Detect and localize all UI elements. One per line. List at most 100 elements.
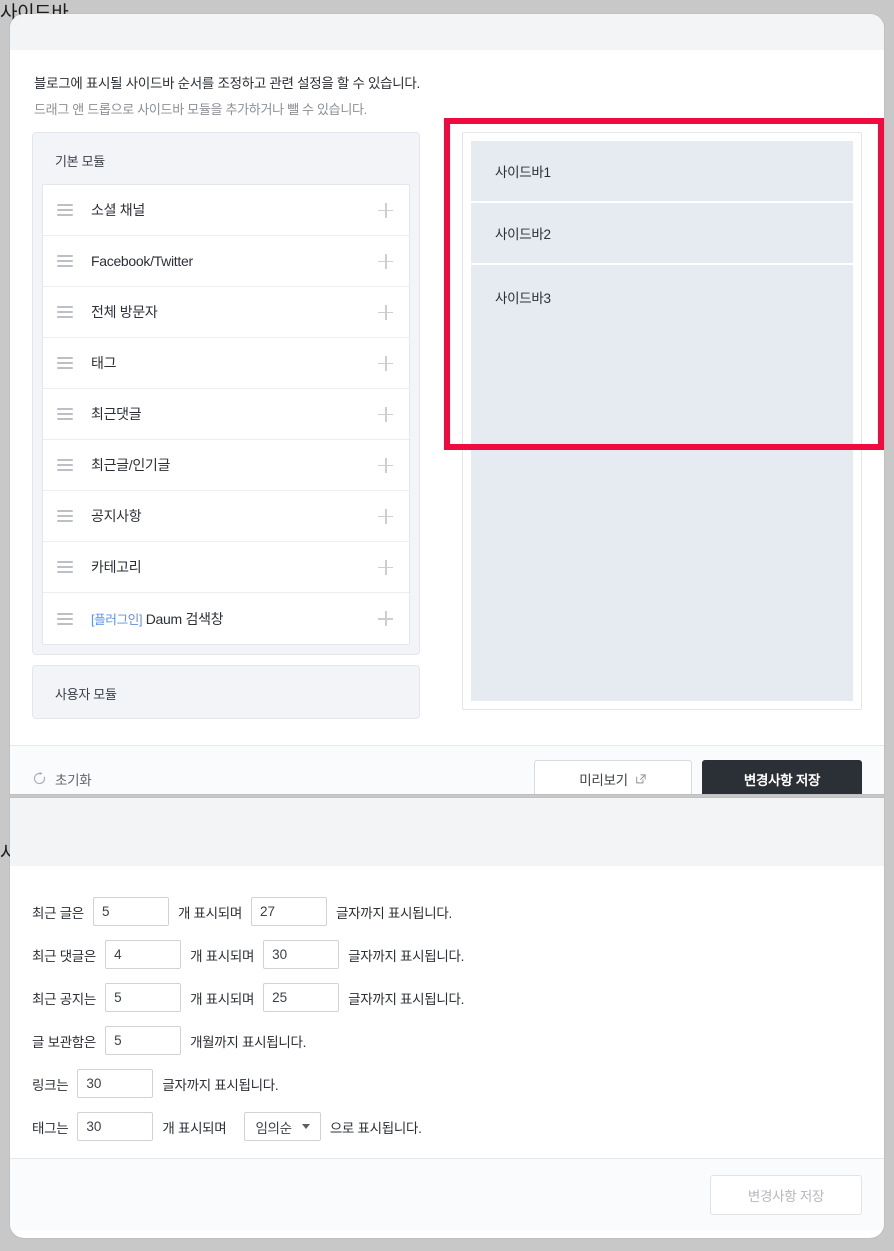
row-suffix-label: 글자까지 표시됩니다. <box>162 1077 279 1093</box>
sidebar-dropzone-wrap: 사이드바1 사이드바2 사이드바3 <box>462 132 862 729</box>
row-middle-label: 개 표시되며 <box>190 948 255 964</box>
plus-icon[interactable] <box>378 253 393 269</box>
reset-button[interactable]: 초기화 <box>32 769 92 789</box>
settings-card-footer: 변경사항 저장 <box>10 1158 884 1230</box>
row-prefix-label: 링크는 <box>32 1077 69 1093</box>
plus-icon[interactable] <box>378 304 393 320</box>
module-item-notice[interactable]: 공지사항 <box>43 491 409 542</box>
row-suffix-label: 글자까지 표시됩니다. <box>336 905 452 921</box>
plus-icon[interactable] <box>378 355 393 371</box>
row-middle-label: 개 표시되며 <box>162 1120 227 1136</box>
drag-drop-area: 기본 모듈 소셜 채널 Facebook/Twitter 전체 방문자 태그 최… <box>32 132 862 745</box>
row-suffix-label: 글자까지 표시됩니다. <box>348 948 465 964</box>
recent-comments-count-input[interactable] <box>105 940 182 969</box>
drag-handle-icon[interactable] <box>57 510 73 522</box>
recent-posts-length-input[interactable] <box>251 897 327 926</box>
dropzone-slot-1[interactable]: 사이드바1 <box>471 141 853 201</box>
module-item-label-wrap: [플러그인] Daum 검색창 <box>91 609 378 629</box>
plus-icon[interactable] <box>378 406 393 422</box>
intro-secondary: 드래그 앤 드롭으로 사이드바 모듈을 추가하거나 뺄 수 있습니다. <box>34 102 367 117</box>
settings-row-tags: 태그는 개 표시되며 임의순 으로 표시됩니다. <box>32 1105 862 1148</box>
row-suffix-label: 글자까지 표시됩니다. <box>348 991 465 1007</box>
intro-text: 블로그에 표시될 사이드바 순서를 조정하고 관련 설정을 할 수 있습니다. … <box>32 50 862 132</box>
page-root: 사이드바 블로그에 표시될 사이드바 순서를 조정하고 관련 설정을 할 수 있… <box>0 0 884 1251</box>
row-suffix-label: 으로 표시됩니다. <box>329 1120 422 1136</box>
settings-row-recent-posts: 최근 글은 개 표시되며 글자까지 표시됩니다. <box>32 890 862 933</box>
recent-comments-length-input[interactable] <box>263 940 340 969</box>
drag-handle-icon[interactable] <box>57 612 73 625</box>
external-link-icon <box>635 773 646 783</box>
row-middle-label: 개 표시되며 <box>190 991 255 1007</box>
module-item-recent-comments[interactable]: 최근댓글 <box>43 389 409 440</box>
row-prefix-label: 글 보관함은 <box>32 1034 97 1050</box>
archive-months-input[interactable] <box>105 1026 182 1055</box>
recent-notices-count-input[interactable] <box>105 983 182 1012</box>
drag-handle-icon[interactable] <box>57 408 73 420</box>
refresh-icon <box>33 771 46 785</box>
settings-save-button-label: 변경사항 저장 <box>747 1188 825 1204</box>
row-prefix-label: 최근 공지는 <box>32 991 97 1007</box>
save-changes-button[interactable]: 변경사항 저장 <box>702 759 862 794</box>
recent-notices-length-input[interactable] <box>263 983 340 1012</box>
module-palette: 기본 모듈 소셜 채널 Facebook/Twitter 전체 방문자 태그 최… <box>32 132 420 729</box>
module-item-label: 태그 <box>91 355 117 371</box>
row-middle-label: 개 표시되며 <box>177 905 242 921</box>
module-item-social-channel[interactable]: 소셜 채널 <box>43 185 409 236</box>
module-item-category[interactable]: 카테고리 <box>43 542 409 593</box>
drag-handle-icon[interactable] <box>57 459 73 471</box>
recent-posts-count-input[interactable] <box>92 897 169 926</box>
sidebar-card: 블로그에 표시될 사이드바 순서를 조정하고 관련 설정을 할 수 있습니다. … <box>10 14 884 794</box>
plus-icon[interactable] <box>378 559 393 575</box>
tag-sort-select-value: 임의순 <box>255 1120 292 1136</box>
settings-save-button[interactable]: 변경사항 저장 <box>710 1174 862 1215</box>
tags-count-input[interactable] <box>77 1112 154 1141</box>
module-list: 소셜 채널 Facebook/Twitter 전체 방문자 태그 최근댓글 최근… <box>42 184 410 645</box>
plus-icon[interactable] <box>378 508 393 524</box>
module-item-label: 최근글/인기글 <box>91 457 171 473</box>
module-item-label: 전체 방문자 <box>91 304 158 320</box>
links-length-input[interactable] <box>77 1069 154 1098</box>
settings-row-links: 링크는 글자까지 표시됩니다. <box>32 1062 862 1105</box>
dropzone-slot-3[interactable]: 사이드바3 <box>471 265 853 701</box>
drag-handle-icon[interactable] <box>57 255 73 267</box>
tag-sort-select[interactable]: 임의순 <box>244 1112 321 1141</box>
intro-primary: 블로그에 표시될 사이드바 순서를 조정하고 관련 설정을 할 수 있습니다. <box>34 76 420 91</box>
basic-module-group-title: 기본 모듈 <box>55 154 105 169</box>
basic-module-group: 기본 모듈 소셜 채널 Facebook/Twitter 전체 방문자 태그 최… <box>32 132 420 655</box>
sidebar-card-footer: 초기화 미리보기 변경사항 저장 <box>10 745 884 794</box>
card-top-band <box>10 14 884 50</box>
plugin-tag-label: [플러그인] <box>91 612 143 627</box>
preview-button[interactable]: 미리보기 <box>534 759 692 794</box>
settings-form: 최근 글은 개 표시되며 글자까지 표시됩니다. 최근 댓글은 개 표시되며 글… <box>10 866 884 1158</box>
module-item-recent-popular-posts[interactable]: 최근글/인기글 <box>43 440 409 491</box>
module-item-label: 최근댓글 <box>91 406 142 422</box>
drag-handle-icon[interactable] <box>57 561 73 573</box>
module-item-tag[interactable]: 태그 <box>43 338 409 389</box>
sidebar-card-body: 블로그에 표시될 사이드바 순서를 조정하고 관련 설정을 할 수 있습니다. … <box>10 50 884 745</box>
chevron-down-icon <box>301 1124 310 1129</box>
save-changes-button-label: 변경사항 저장 <box>743 772 821 788</box>
plus-icon[interactable] <box>378 457 393 473</box>
module-item-daum-search[interactable]: [플러그인] Daum 검색창 <box>43 593 409 644</box>
module-item-label: 공지사항 <box>91 508 142 524</box>
dropzone-slot-label: 사이드바3 <box>495 291 551 306</box>
drag-handle-icon[interactable] <box>57 306 73 318</box>
module-item-total-visitors[interactable]: 전체 방문자 <box>43 287 409 338</box>
module-item-label: 소셜 채널 <box>91 202 145 218</box>
plus-icon[interactable] <box>378 202 393 218</box>
module-item-label: Daum 검색창 <box>145 610 224 627</box>
dropzone-slot-2[interactable]: 사이드바2 <box>471 203 853 263</box>
plus-icon[interactable] <box>378 611 393 626</box>
module-item-label: 카테고리 <box>91 559 142 575</box>
row-prefix-label: 최근 글은 <box>32 905 84 921</box>
settings-row-recent-notices: 최근 공지는 개 표시되며 글자까지 표시됩니다. <box>32 976 862 1019</box>
module-item-facebook-twitter[interactable]: Facebook/Twitter <box>43 236 409 287</box>
sidebar-dropzone[interactable]: 사이드바1 사이드바2 사이드바3 <box>462 132 862 710</box>
dropzone-slot-label: 사이드바2 <box>495 227 551 242</box>
preview-button-label: 미리보기 <box>579 772 628 788</box>
drag-handle-icon[interactable] <box>57 357 73 369</box>
drag-handle-icon[interactable] <box>57 204 73 216</box>
user-module-group: 사용자 모듈 <box>32 665 420 719</box>
reset-button-label: 초기화 <box>55 772 92 788</box>
module-item-label: Facebook/Twitter <box>91 253 193 269</box>
